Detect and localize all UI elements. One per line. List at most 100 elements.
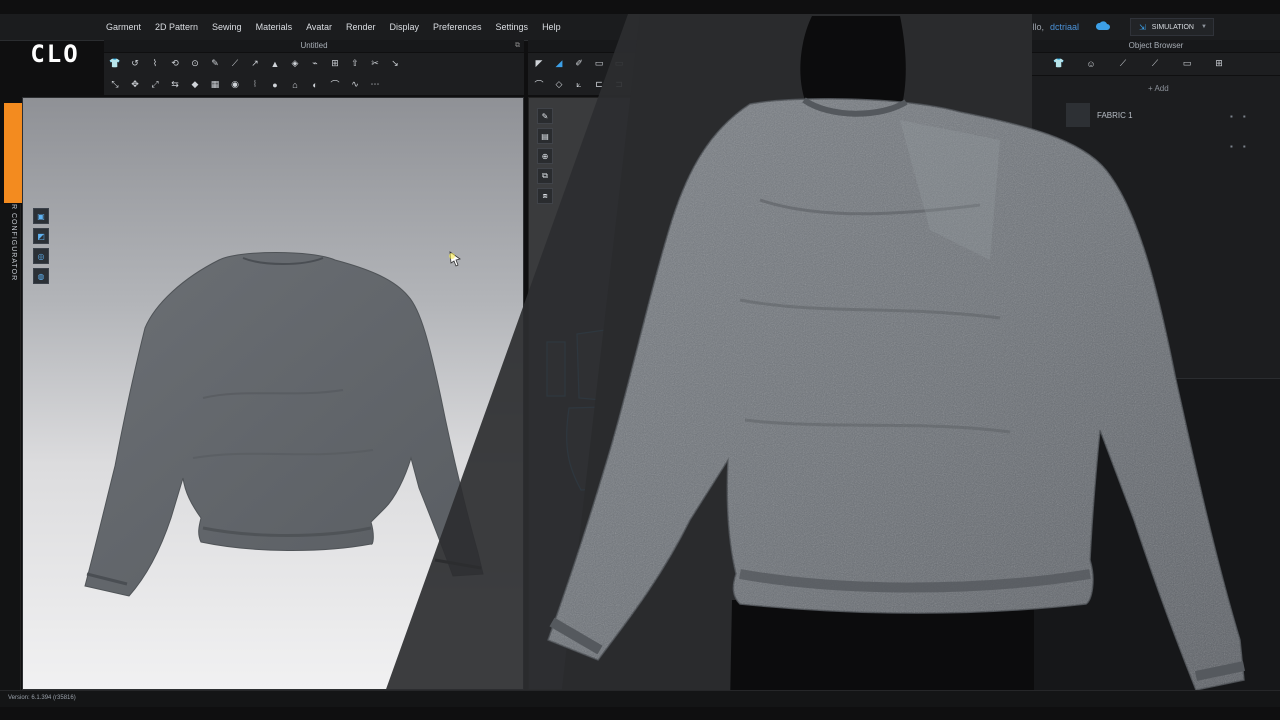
simulation-label: SIMULATION	[1151, 23, 1194, 31]
pattern-box-icon[interactable]: ▭	[592, 58, 606, 70]
shape-icon[interactable]: ◐	[308, 79, 322, 91]
fabric-actions-2[interactable]: ▪▪	[1230, 142, 1256, 151]
steam-icon[interactable]: ◈	[288, 58, 302, 70]
menu-settings[interactable]: Settings	[496, 22, 529, 32]
property-editor-panel	[1032, 378, 1280, 691]
select-arrow-icon[interactable]: ↘	[388, 58, 402, 70]
menu-bar: Garment 2D Pattern Sewing Materials Avat…	[0, 14, 1280, 41]
sweater-icon[interactable]: 👕	[108, 58, 122, 70]
pattern-video-icon[interactable]: ▶	[712, 58, 726, 70]
pattern-line-icon[interactable]: ╱	[632, 79, 646, 91]
grid-icon[interactable]: ⊞	[328, 58, 342, 70]
grid-tab-icon[interactable]: ⊞	[1212, 58, 1226, 70]
pattern-poly-icon[interactable]: ▢	[632, 58, 646, 70]
user-name[interactable]: dctriaal	[1050, 22, 1079, 32]
settings-icon[interactable]: ✿	[956, 58, 970, 70]
shirt-tab-icon[interactable]: 👕	[1052, 58, 1066, 70]
pattern-titlebar: 2D Pattern Window ⧉	[528, 40, 1028, 52]
pattern-edit-icon[interactable]: ✐	[572, 58, 586, 70]
clo-logo: CLO	[30, 40, 80, 68]
pattern-seam-icon[interactable]: ⊏	[592, 79, 606, 91]
fold-icon[interactable]: ↺	[128, 58, 142, 70]
pattern-fold-icon[interactable]: ⟀	[572, 79, 586, 91]
simulation-button[interactable]: ⇲ SIMULATION ▼	[1130, 18, 1214, 36]
pattern-wave-icon[interactable]: ∿	[712, 79, 726, 91]
pattern-clamp-icon[interactable]: ⊐	[612, 79, 626, 91]
curve-icon[interactable]: ∿	[348, 79, 362, 91]
stitch-icon[interactable]: ⋯	[368, 79, 382, 91]
cursor-icon	[449, 251, 461, 267]
needle-icon[interactable]: ⟋	[1116, 58, 1130, 70]
pattern-slash-icon[interactable]: ⟋	[732, 58, 746, 70]
gem-icon[interactable]: ◆	[188, 79, 202, 91]
pattern-rect-icon[interactable]: ▭	[612, 58, 626, 70]
3d-viewport[interactable]: ▣ ◩ ◎ ◍	[22, 97, 524, 690]
cut-icon[interactable]: ✂	[368, 58, 382, 70]
expand-icon[interactable]: ⧉	[515, 40, 520, 52]
button-icon[interactable]: ◉	[228, 79, 242, 91]
pattern-tilde-icon[interactable]: ≈	[732, 79, 746, 91]
menu-display[interactable]: Display	[389, 22, 419, 32]
transform-icon[interactable]: ⤡	[108, 79, 122, 91]
pattern-tab-icon[interactable]: ▭	[1180, 58, 1194, 70]
pattern-cut-icon[interactable]: ⊘	[672, 79, 686, 91]
pattern-select-icon[interactable]: ◢	[552, 58, 566, 70]
brush-icon[interactable]: ⟋	[228, 58, 242, 70]
2d-pattern-window[interactable]: ✎ ▤ ⊕ ⧉ ⧈	[528, 97, 1028, 690]
simulation-icon: ⇲	[1139, 22, 1146, 32]
pattern-cross-icon[interactable]: ✕	[672, 58, 686, 70]
zipper-icon[interactable]: ⦚	[248, 79, 262, 91]
up-arrow-icon[interactable]: ⇧	[348, 58, 362, 70]
object-browser-titlebar: Object Browser	[1032, 40, 1280, 52]
sleeve-cuff-piece	[546, 341, 566, 397]
fabric-icon[interactable]: ▦	[208, 79, 222, 91]
flip-icon[interactable]: ⇆	[168, 79, 182, 91]
pattern-pieces	[546, 323, 648, 491]
menu-avatar[interactable]: Avatar	[306, 22, 332, 32]
tack-icon[interactable]: ⌇	[148, 58, 162, 70]
move-icon[interactable]: ✥	[128, 79, 142, 91]
tube-icon[interactable]: ⌒	[328, 79, 342, 91]
pattern-shape-icon[interactable]: ◇	[552, 79, 566, 91]
fabric-name[interactable]: FABRIC 1	[1097, 111, 1133, 120]
measure-icon[interactable]: ⌁	[308, 58, 322, 70]
object-browser-title: Object Browser	[1128, 41, 1184, 50]
tag-icon[interactable]: ⌂	[288, 79, 302, 91]
pattern-tool-icon[interactable]: ⊡	[692, 58, 706, 70]
configurator-vertical-label[interactable]: R CONFIGURATOR	[3, 204, 17, 304]
menu-materials[interactable]: Materials	[256, 22, 293, 32]
trim-icon[interactable]: ⟋	[1148, 58, 1162, 70]
sweater-3d-model	[84, 252, 484, 597]
menu-render[interactable]: Render	[346, 22, 376, 32]
avatar-tab-icon[interactable]: ☺	[1084, 58, 1098, 70]
front-body-piece	[576, 323, 648, 405]
list-icon[interactable]: ☰	[1020, 58, 1034, 70]
add-fabric-button[interactable]: + Add	[1148, 84, 1169, 93]
pattern-circle-icon[interactable]: ◯	[652, 58, 666, 70]
select-icon[interactable]: ↗	[248, 58, 262, 70]
expand-icon[interactable]: ⧉	[1019, 40, 1024, 52]
pattern-move-icon[interactable]: ◤	[532, 58, 546, 70]
menu-help[interactable]: Help	[542, 22, 561, 32]
pattern-sew-icon[interactable]: ⌇	[692, 79, 706, 91]
cloud-icon[interactable]	[1096, 21, 1110, 31]
menu-preferences[interactable]: Preferences	[433, 22, 482, 32]
menu-garment[interactable]: Garment	[106, 22, 141, 32]
puck-icon[interactable]: ●	[268, 79, 282, 91]
pattern-curve-icon[interactable]: ⌒	[532, 79, 546, 91]
pattern-dart-icon[interactable]: ⋀	[652, 79, 666, 91]
fabric-actions[interactable]: ▪▪	[1230, 112, 1256, 121]
version-text: Version: 6.1.394 (r35816)	[8, 695, 76, 701]
menu-sewing[interactable]: Sewing	[212, 22, 242, 32]
arrange-icon[interactable]: ⟲	[168, 58, 182, 70]
object-browser-toolbar: ✿ ✦ ☰ 👕 ☺ ⟋ ⟋ ▭ ⊞	[938, 53, 1280, 75]
pen-icon[interactable]: ✎	[208, 58, 222, 70]
gear-icon[interactable]: ✦	[988, 58, 1002, 70]
fabric-swatch[interactable]	[1066, 103, 1090, 127]
menu-2d-pattern[interactable]: 2D Pattern	[155, 22, 198, 32]
pin-icon[interactable]: ⊙	[188, 58, 202, 70]
status-bar: Version: 6.1.394 (r35816)	[0, 690, 1280, 707]
iron-icon[interactable]: ▲	[268, 58, 282, 70]
scale-icon[interactable]: ⤢	[148, 79, 162, 91]
sleeve-piece	[566, 405, 640, 491]
